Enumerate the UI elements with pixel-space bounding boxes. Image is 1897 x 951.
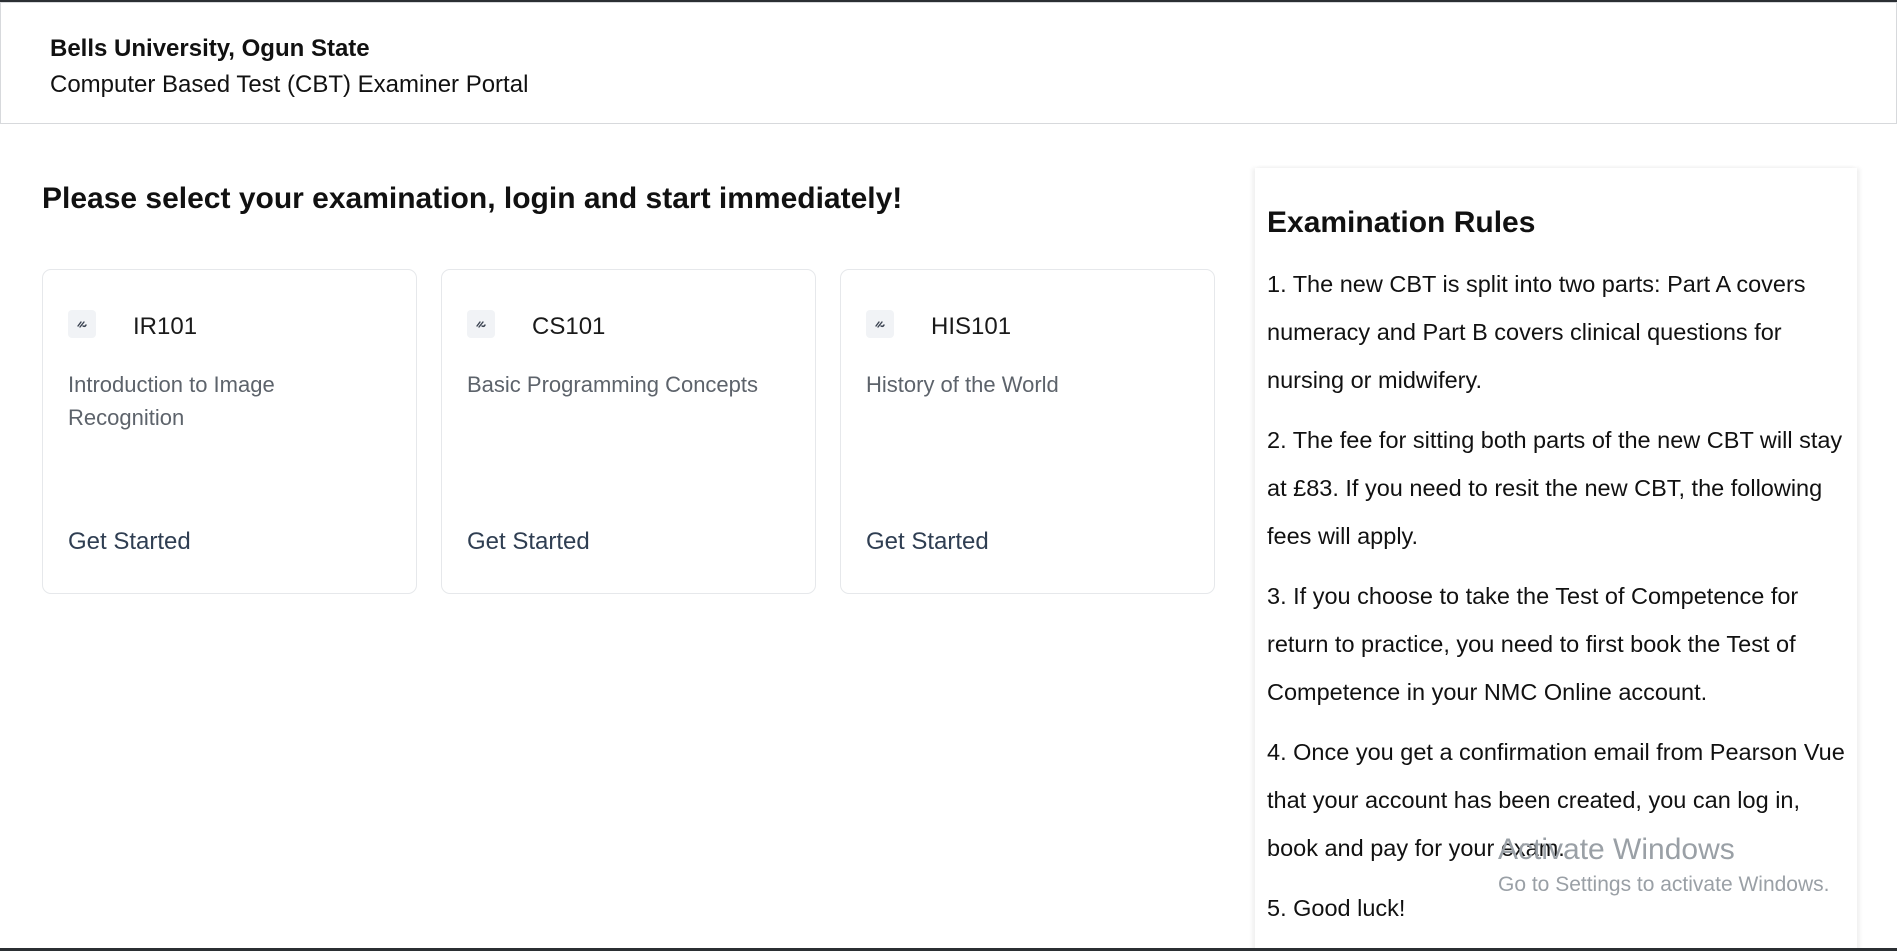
get-started-link[interactable]: Get Started [68,528,191,556]
get-started-link[interactable]: Get Started [467,528,590,556]
rule-item: 3. If you choose to take the Test of Com… [1267,583,1799,705]
exam-code: CS101 [532,313,606,340]
link-icon [467,310,495,338]
exam-card-ir101[interactable]: IR101 Introduction to Image Recognition … [42,269,417,594]
rule-item: 2. The fee for sitting both parts of the… [1267,427,1843,549]
exam-description: Introduction to Image Recognition [68,372,275,430]
watermark-subtitle: Go to Settings to activate Windows. [1498,873,1830,896]
page-title: Please select your examination, login an… [42,182,903,215]
exam-card-his101[interactable]: HIS101 History of the World Get Started [840,269,1215,594]
watermark-title: Activate Windows [1498,833,1735,866]
rules-title: Examination Rules [1267,206,1536,239]
exam-description: History of the World [866,372,1059,397]
exam-code: IR101 [133,313,198,340]
exam-code: HIS101 [931,313,1012,340]
site-header: Bells University, Ogun State Computer Ba… [0,2,1897,124]
activation-watermark: Activate Windows Go to Settings to activ… [1498,832,1830,900]
exam-card-cs101[interactable]: CS101 Basic Programming Concepts Get Sta… [441,269,816,594]
link-icon [866,310,894,338]
get-started-link[interactable]: Get Started [866,528,989,556]
portal-name: Computer Based Test (CBT) Examiner Porta… [50,71,529,98]
link-icon [68,310,96,338]
exam-description: Basic Programming Concepts [467,372,759,397]
organization-name: Bells University, Ogun State [50,35,370,62]
rule-item: 1. The new CBT is split into two parts: … [1267,271,1806,393]
